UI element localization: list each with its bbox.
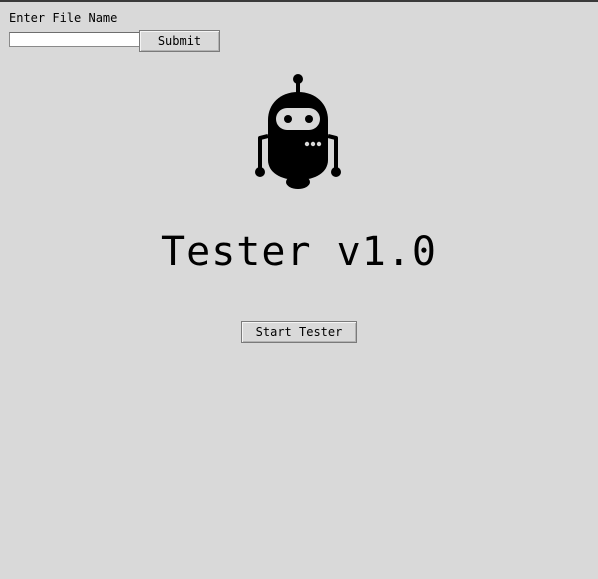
app-title: Tester v1.0 — [161, 229, 437, 275]
file-name-label: Enter File Name — [9, 11, 118, 25]
submit-button[interactable]: Submit — [139, 30, 220, 52]
file-name-input[interactable] — [9, 32, 140, 47]
window-top-border — [0, 0, 598, 2]
start-tester-button[interactable]: Start Tester — [241, 321, 357, 343]
robot-icon — [255, 74, 341, 189]
